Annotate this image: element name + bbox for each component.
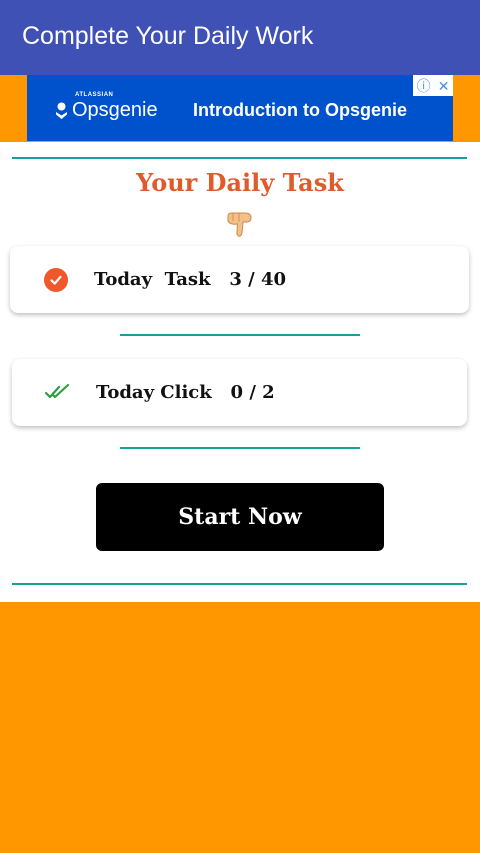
opsgenie-logo-icon — [56, 102, 67, 119]
ad-brand-name: Opsgenie — [72, 99, 158, 121]
ad-controls: ⓘ ✕ — [413, 75, 453, 96]
today-task-card: Today Task 3 / 40 — [10, 246, 469, 313]
ad-info-icon[interactable]: ⓘ — [417, 79, 431, 93]
main-content: Your Daily Task Today Task 3 / 40 Today … — [0, 142, 480, 602]
pointing-down-hand-icon — [227, 212, 252, 237]
ad-brand-small: ATLASSIAN — [75, 92, 114, 98]
ad-close-icon[interactable]: ✕ — [438, 79, 450, 93]
ad-banner[interactable]: ATLASSIAN Opsgenie Introduction to Opsge… — [27, 75, 453, 141]
today-click-label: Today Click 0 / 2 — [96, 382, 275, 403]
app-title: Complete Your Daily Work — [22, 22, 314, 50]
ad-headline[interactable]: Introduction to Opsgenie — [193, 100, 407, 121]
divider-bottom — [12, 583, 467, 585]
start-now-button[interactable]: Start Now — [96, 483, 384, 551]
divider-lower — [120, 447, 360, 449]
ad-brand: Opsgenie — [55, 99, 158, 122]
today-click-card: Today Click 0 / 2 — [12, 359, 467, 426]
check-circle-icon — [44, 268, 68, 292]
today-task-label: Today Task 3 / 40 — [94, 269, 286, 290]
divider-top — [12, 157, 467, 159]
divider-middle — [120, 334, 360, 336]
page-heading: Your Daily Task — [136, 168, 344, 197]
double-check-icon — [44, 383, 70, 399]
app-bar: Complete Your Daily Work — [0, 0, 480, 75]
